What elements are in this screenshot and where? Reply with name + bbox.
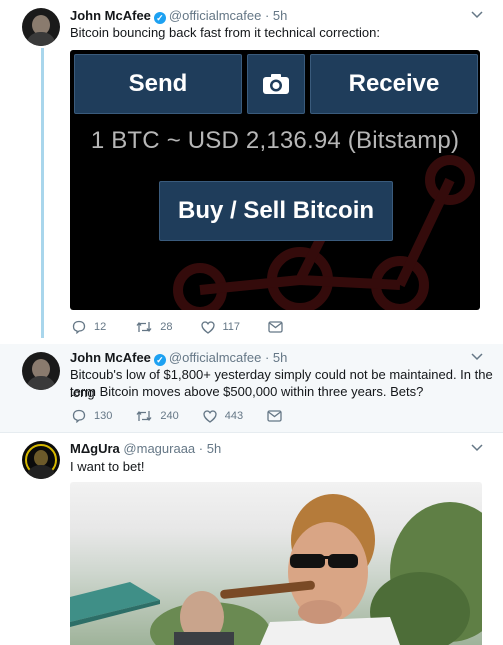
- tweet-actions: 12 28 117: [72, 319, 283, 335]
- author-handle[interactable]: @officialmcafee: [169, 8, 261, 23]
- message-icon: [268, 321, 283, 333]
- retweet-count: 28: [160, 321, 173, 333]
- receive-button[interactable]: Receive: [310, 54, 478, 114]
- tweet-header: John McAfee ✓ @officialmcafee · 5h: [70, 350, 287, 366]
- like-count: 117: [222, 321, 241, 333]
- direct-message-button[interactable]: [267, 410, 282, 422]
- avatar[interactable]: [22, 441, 60, 479]
- retweet-icon: [136, 321, 152, 333]
- retweet-icon: [136, 410, 152, 422]
- chevron-down-icon[interactable]: [471, 352, 483, 364]
- reply-icon: [72, 320, 86, 334]
- tweet-time[interactable]: · 5h: [265, 8, 287, 23]
- avatar[interactable]: [22, 8, 60, 46]
- author-name[interactable]: MΔgUra: [70, 441, 120, 456]
- like-button[interactable]: 443: [203, 409, 244, 423]
- author-handle[interactable]: @officialmcafee: [169, 350, 261, 365]
- message-icon: [267, 410, 282, 422]
- tweet-text: Bitcoin bouncing back fast from it techn…: [70, 25, 380, 40]
- like-button[interactable]: 117: [200, 320, 241, 334]
- tweet-media-image[interactable]: Send Receive 1 BTC ~ USD 2,136.94 (Bitst…: [70, 50, 480, 310]
- send-button[interactable]: Send: [74, 54, 242, 114]
- verified-badge-icon: ✓: [153, 12, 166, 24]
- reply-count: 130: [94, 410, 113, 422]
- tweet-1[interactable]: John McAfee ✓ @officialmcafee · 5h Bitcoin…: [0, 0, 503, 344]
- retweet-count: 240: [160, 410, 179, 422]
- tweet-2[interactable]: John McAfee ✓ @officialmcafee · 5h Bitcoub…: [0, 344, 503, 432]
- reply-icon: [72, 409, 86, 423]
- direct-message-button[interactable]: [268, 321, 283, 333]
- author-name[interactable]: John McAfee: [70, 350, 151, 365]
- camera-button[interactable]: [247, 54, 305, 114]
- like-icon: [200, 320, 215, 334]
- tweet-header: John McAfee ✓ @officialmcafee · 5h: [70, 8, 287, 24]
- avatar[interactable]: [22, 352, 60, 390]
- retweet-button[interactable]: 240: [136, 409, 179, 423]
- like-icon: [203, 409, 217, 423]
- buy-sell-bitcoin-button[interactable]: Buy / Sell Bitcoin: [159, 181, 393, 241]
- tweet-time[interactable]: · 5h: [265, 350, 287, 365]
- btc-rate-text: 1 BTC ~ USD 2,136.94 (Bitstamp): [90, 127, 460, 154]
- verified-badge-icon: ✓: [153, 354, 166, 366]
- chevron-down-icon[interactable]: [471, 10, 483, 22]
- tweet-time[interactable]: · 5h: [199, 441, 221, 456]
- photo-illustration: [70, 494, 482, 645]
- chevron-down-icon[interactable]: [471, 443, 483, 455]
- retweet-button[interactable]: 28: [136, 320, 173, 334]
- like-count: 443: [224, 410, 244, 422]
- author-name[interactable]: John McAfee: [70, 8, 151, 23]
- tweet-header: MΔgUra @maguraaa · 5h: [70, 441, 221, 457]
- author-handle[interactable]: @maguraaa: [123, 441, 195, 456]
- tweet-text: I want to bet!: [70, 459, 145, 474]
- reply-button[interactable]: 130: [72, 409, 112, 423]
- tweet-actions: 130 240 443: [72, 408, 282, 424]
- reply-count: 12: [94, 321, 107, 333]
- reply-button[interactable]: 12: [72, 320, 106, 334]
- camera-icon: [263, 74, 289, 94]
- tweet-text-line-2: term Bitcoin moves above $500,000 within…: [70, 384, 424, 399]
- tweet-media-photo[interactable]: [70, 482, 482, 645]
